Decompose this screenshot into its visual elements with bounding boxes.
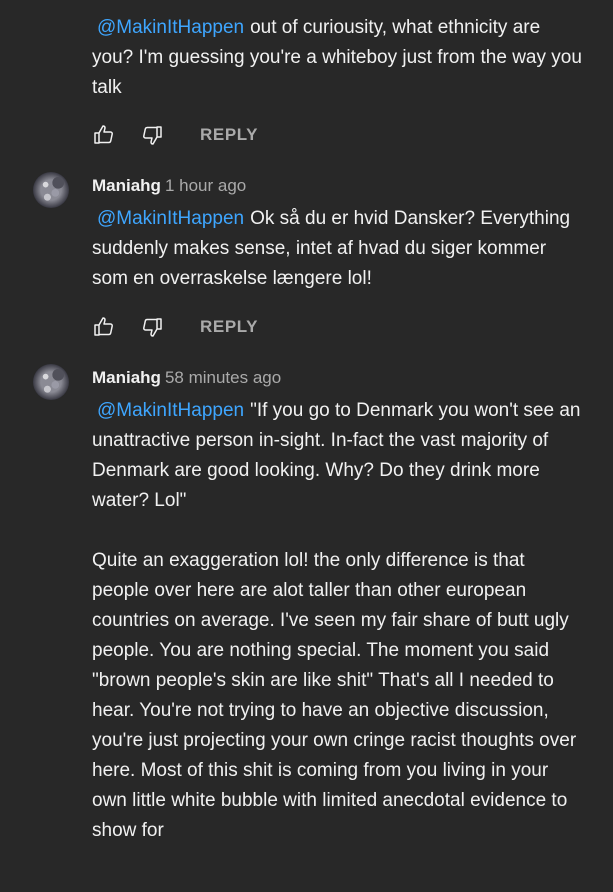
reply-button[interactable]: REPLY	[200, 317, 258, 337]
avatar[interactable]	[33, 172, 69, 208]
thumbs-up-icon[interactable]	[92, 123, 116, 147]
timestamp[interactable]: 58 minutes ago	[165, 368, 281, 387]
thumbs-down-icon[interactable]	[140, 123, 164, 147]
thumbs-down-icon[interactable]	[140, 315, 164, 339]
author-name[interactable]: Maniahg	[92, 176, 161, 195]
comment-header: Maniahg 58 minutes ago	[92, 368, 281, 388]
reply-button[interactable]: REPLY	[200, 125, 258, 145]
mention-link[interactable]: @MakinItHappen	[97, 17, 244, 38]
comment-body: @MakinItHappen out of curiousity, what et…	[92, 13, 582, 103]
avatar[interactable]	[33, 364, 69, 400]
author-name[interactable]: Maniahg	[92, 368, 161, 387]
mention-link[interactable]: @MakinItHappen	[97, 208, 244, 229]
comment-header: Maniahg 1 hour ago	[92, 176, 246, 196]
timestamp[interactable]: 1 hour ago	[165, 176, 246, 195]
comment-actions: REPLY	[92, 123, 258, 147]
comment-body: @MakinItHappen "If you go to Denmark you …	[92, 396, 582, 846]
thumbs-up-icon[interactable]	[92, 315, 116, 339]
comment-text: Quite an exaggeration lol! the only diff…	[92, 550, 577, 841]
comment-actions: REPLY	[92, 315, 258, 339]
comment-body: @MakinItHappen Ok så du er hvid Dansker? …	[92, 204, 582, 294]
mention-link[interactable]: @MakinItHappen	[97, 400, 244, 421]
